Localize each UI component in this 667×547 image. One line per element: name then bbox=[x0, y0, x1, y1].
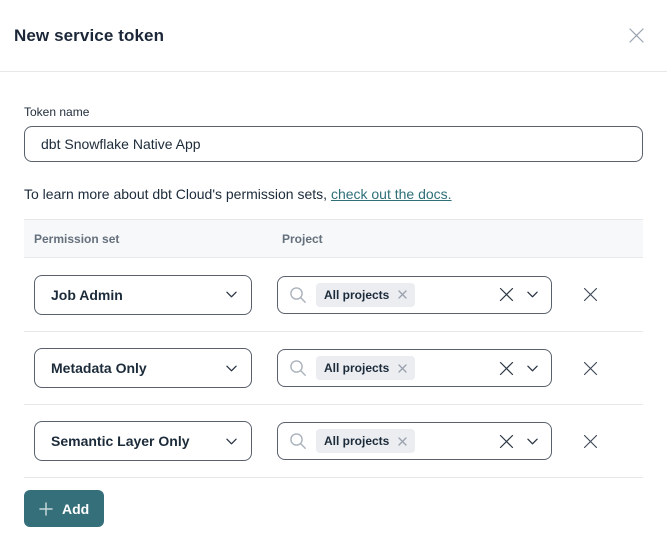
remove-row-icon[interactable] bbox=[581, 285, 600, 304]
chevron-down-icon bbox=[226, 438, 237, 445]
tag-remove-icon[interactable] bbox=[398, 437, 407, 446]
note-text: To learn more about dbt Cloud's permissi… bbox=[24, 186, 331, 202]
project-tag: All projects bbox=[316, 429, 415, 453]
add-button-label: Add bbox=[62, 501, 89, 517]
permission-set-value: Semantic Layer Only bbox=[51, 433, 190, 449]
modal-header: New service token bbox=[0, 0, 667, 72]
multiselect-controls bbox=[499, 361, 538, 376]
permission-set-select[interactable]: Metadata Only bbox=[34, 348, 252, 388]
chevron-down-icon[interactable] bbox=[527, 365, 538, 372]
project-tag-label: All projects bbox=[324, 434, 389, 448]
clear-selection-icon[interactable] bbox=[499, 361, 514, 376]
remove-row-icon[interactable] bbox=[581, 432, 600, 451]
search-icon bbox=[288, 285, 308, 305]
token-name-input[interactable] bbox=[24, 126, 643, 162]
permission-set-column-header: Permission set bbox=[34, 232, 277, 246]
table-row: Semantic Layer Only All projects bbox=[24, 404, 643, 477]
table-row: Metadata Only All projects bbox=[24, 331, 643, 404]
project-multiselect[interactable]: All projects bbox=[277, 276, 552, 314]
modal-body: Token name To learn more about dbt Cloud… bbox=[0, 105, 667, 527]
multiselect-controls bbox=[499, 287, 538, 302]
search-icon bbox=[288, 431, 308, 451]
multiselect-controls bbox=[499, 434, 538, 449]
remove-row-icon[interactable] bbox=[581, 359, 600, 378]
permission-set-value: Metadata Only bbox=[51, 360, 147, 376]
project-tag-label: All projects bbox=[324, 288, 389, 302]
chevron-down-icon[interactable] bbox=[527, 438, 538, 445]
permission-set-select[interactable]: Job Admin bbox=[34, 275, 252, 315]
chevron-down-icon bbox=[226, 365, 237, 372]
search-icon bbox=[288, 358, 308, 378]
project-tag-label: All projects bbox=[324, 361, 389, 375]
docs-link[interactable]: check out the docs. bbox=[331, 186, 452, 202]
table-header-row: Permission set Project bbox=[24, 219, 643, 258]
token-name-label: Token name bbox=[24, 105, 643, 119]
project-multiselect[interactable]: All projects bbox=[277, 349, 552, 387]
project-tag: All projects bbox=[316, 283, 415, 307]
permission-set-select[interactable]: Semantic Layer Only bbox=[34, 421, 252, 461]
permission-set-value: Job Admin bbox=[51, 287, 123, 303]
add-button[interactable]: Add bbox=[24, 490, 104, 527]
clear-selection-icon[interactable] bbox=[499, 434, 514, 449]
tag-remove-icon[interactable] bbox=[398, 364, 407, 373]
table-row: Job Admin All projects bbox=[24, 258, 643, 331]
tag-remove-icon[interactable] bbox=[398, 290, 407, 299]
permission-table: Permission set Project Job Admin bbox=[24, 219, 643, 478]
chevron-down-icon bbox=[226, 291, 237, 298]
page-title: New service token bbox=[14, 26, 164, 46]
close-icon[interactable] bbox=[620, 21, 653, 50]
project-multiselect[interactable]: All projects bbox=[277, 422, 552, 460]
new-service-token-modal: New service token Token name To learn mo… bbox=[0, 0, 667, 527]
project-column-header: Project bbox=[277, 232, 633, 246]
clear-selection-icon[interactable] bbox=[499, 287, 514, 302]
permission-sets-note: To learn more about dbt Cloud's permissi… bbox=[24, 186, 643, 202]
plus-icon bbox=[39, 502, 53, 516]
chevron-down-icon[interactable] bbox=[527, 291, 538, 298]
project-tag: All projects bbox=[316, 356, 415, 380]
